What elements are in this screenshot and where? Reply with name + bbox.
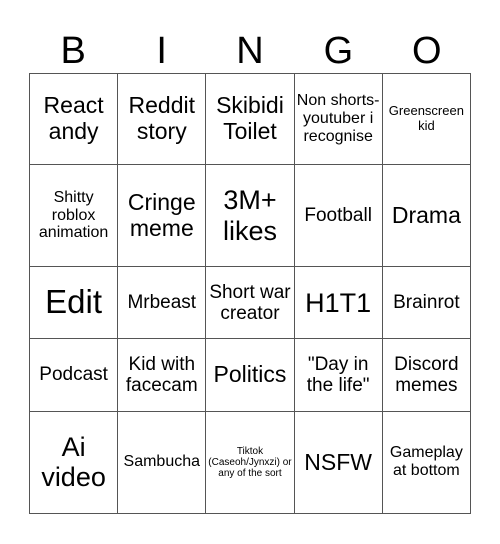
header-letter-g: G (323, 30, 354, 72)
bingo-cell[interactable]: 3M+ likes (205, 163, 295, 268)
bingo-row: Edit Mrbeast Short war creator H1T1 Brai… (28, 266, 472, 340)
bingo-cell[interactable]: Non shorts-youtuber i recognise (293, 73, 383, 165)
bingo-cell[interactable]: Tiktok (Caseoh/Jynxzi) or any of the sor… (205, 410, 295, 515)
header-letter-n: N (236, 30, 264, 72)
bingo-cell[interactable]: Podcast (28, 338, 119, 412)
bingo-cell[interactable]: Gameplay at bottom (381, 410, 472, 515)
bingo-cell[interactable]: Kid with facecam (117, 338, 207, 412)
bingo-cell[interactable]: NSFW (293, 410, 383, 515)
bingo-row: Podcast Kid with facecam Politics "Day i… (28, 338, 472, 412)
bingo-cell[interactable]: Shitty roblox animation (28, 163, 119, 268)
bingo-row: Ai video Sambucha Tiktok (Caseoh/Jynxzi)… (28, 410, 472, 515)
bingo-cell[interactable]: Skibidi Toilet (205, 73, 295, 165)
bingo-cell[interactable]: Football (293, 163, 383, 268)
header-letter-b: B (60, 30, 86, 72)
bingo-cell[interactable]: Ai video (28, 410, 119, 515)
bingo-row: React andy Reddit story Skibidi Toilet N… (28, 73, 472, 165)
bingo-cell[interactable]: Short war creator (205, 266, 295, 340)
bingo-cell[interactable]: Discord memes (381, 338, 472, 412)
bingo-cell[interactable]: Politics (205, 338, 295, 412)
bingo-cell[interactable]: H1T1 (293, 266, 383, 340)
bingo-card: React andy Reddit story Skibidi Toilet N… (28, 73, 472, 515)
bingo-header: B I N G O (29, 30, 471, 72)
bingo-cell[interactable]: Drama (381, 163, 472, 268)
bingo-cell[interactable]: Sambucha (117, 410, 207, 515)
bingo-cell[interactable]: Reddit story (117, 73, 207, 165)
bingo-cell[interactable]: Edit (28, 266, 119, 340)
header-letter-i: I (156, 30, 167, 72)
bingo-cell[interactable]: Greenscreen kid (381, 73, 472, 165)
bingo-cell[interactable]: Cringe meme (117, 163, 207, 268)
bingo-cell[interactable]: "Day in the life" (293, 338, 383, 412)
bingo-cell[interactable]: Brainrot (381, 266, 472, 340)
header-letter-o: O (412, 30, 442, 72)
bingo-cell[interactable]: React andy (28, 73, 119, 165)
bingo-row: Shitty roblox animation Cringe meme 3M+ … (28, 163, 472, 268)
bingo-cell[interactable]: Mrbeast (117, 266, 207, 340)
